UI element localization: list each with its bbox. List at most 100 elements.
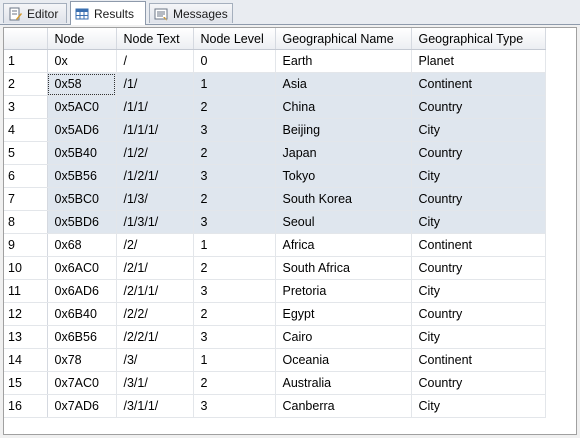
cell-node[interactable]: 0x6B56 bbox=[47, 325, 117, 349]
cell-geographical-name[interactable]: Egypt bbox=[275, 302, 412, 326]
cell-node-level[interactable]: 3 bbox=[193, 325, 276, 349]
cell-geographical-name[interactable]: Africa bbox=[275, 233, 412, 257]
row-number[interactable]: 10 bbox=[4, 256, 48, 280]
cell-node[interactable]: 0x5AC0 bbox=[47, 95, 117, 119]
table-row[interactable]: 10 0x6AC0/2/1/2 South Africa Country bbox=[4, 256, 546, 280]
cell-node-text[interactable]: / bbox=[116, 49, 194, 73]
cell-geographical-type[interactable]: City bbox=[411, 164, 546, 188]
cell-geographical-name[interactable]: Cairo bbox=[275, 325, 412, 349]
cell-node-text[interactable]: /2/ bbox=[116, 233, 194, 257]
cell-geographical-name[interactable]: Tokyo bbox=[275, 164, 412, 188]
cell-geographical-type[interactable]: Continent bbox=[411, 233, 546, 257]
cell-geographical-type[interactable]: Continent bbox=[411, 72, 546, 96]
cell-geographical-name[interactable]: Australia bbox=[275, 371, 412, 395]
cell-node-text[interactable]: /2/1/1/ bbox=[116, 279, 194, 303]
cell-geographical-type[interactable]: City bbox=[411, 325, 546, 349]
cell-geographical-name[interactable]: Pretoria bbox=[275, 279, 412, 303]
cell-node-text[interactable]: /3/1/1/ bbox=[116, 394, 194, 418]
cell-node-level[interactable]: 0 bbox=[193, 49, 276, 73]
cell-node-level[interactable]: 3 bbox=[193, 164, 276, 188]
cell-node[interactable]: 0x5B40 bbox=[47, 141, 117, 165]
row-number[interactable]: 16 bbox=[4, 394, 48, 418]
column-header-node-text[interactable]: Node Text bbox=[116, 28, 194, 50]
row-number[interactable]: 8 bbox=[4, 210, 48, 234]
table-row[interactable]: 15 0x7AC0/3/1/2 Australia Country bbox=[4, 371, 546, 395]
table-row[interactable]: 1 0x/0 Earth Planet bbox=[4, 49, 546, 73]
cell-node-text[interactable]: /3/ bbox=[116, 348, 194, 372]
cell-node[interactable]: 0x5AD6 bbox=[47, 118, 117, 142]
table-row[interactable]: 14 0x78/3/1 Oceania Continent bbox=[4, 348, 546, 372]
cell-geographical-type[interactable]: Country bbox=[411, 187, 546, 211]
cell-node-level[interactable]: 2 bbox=[193, 95, 276, 119]
cell-node-level[interactable]: 3 bbox=[193, 394, 276, 418]
row-number[interactable]: 4 bbox=[4, 118, 48, 142]
row-number[interactable]: 11 bbox=[4, 279, 48, 303]
row-number-header[interactable] bbox=[4, 28, 48, 50]
cell-geographical-name[interactable]: Oceania bbox=[275, 348, 412, 372]
row-number[interactable]: 13 bbox=[4, 325, 48, 349]
cell-node-text[interactable]: /1/3/1/ bbox=[116, 210, 194, 234]
cell-node-text[interactable]: /1/2/1/ bbox=[116, 164, 194, 188]
cell-node-level[interactable]: 3 bbox=[193, 279, 276, 303]
tab-editor[interactable]: Editor bbox=[3, 3, 67, 23]
cell-node-text[interactable]: /1/1/ bbox=[116, 95, 194, 119]
table-row[interactable]: 3 0x5AC0/1/1/2 China Country bbox=[4, 95, 546, 119]
table-row[interactable]: 4 0x5AD6/1/1/1/3 Beijing City bbox=[4, 118, 546, 142]
row-number[interactable]: 5 bbox=[4, 141, 48, 165]
cell-node-level[interactable]: 2 bbox=[193, 256, 276, 280]
row-number[interactable]: 12 bbox=[4, 302, 48, 326]
cell-geographical-name[interactable]: Canberra bbox=[275, 394, 412, 418]
cell-node-level[interactable]: 2 bbox=[193, 302, 276, 326]
cell-node-level[interactable]: 3 bbox=[193, 210, 276, 234]
cell-node[interactable]: 0x6B40 bbox=[47, 302, 117, 326]
cell-node[interactable]: 0x5BD6 bbox=[47, 210, 117, 234]
cell-node[interactable]: 0x78 bbox=[47, 348, 117, 372]
cell-node[interactable]: 0x bbox=[47, 49, 117, 73]
cell-geographical-name[interactable]: Earth bbox=[275, 49, 412, 73]
cell-node[interactable]: 0x7AD6 bbox=[47, 394, 117, 418]
cell-node[interactable]: 0x5B56 bbox=[47, 164, 117, 188]
table-row[interactable]: 9 0x68/2/1 Africa Continent bbox=[4, 233, 546, 257]
cell-geographical-type[interactable]: Country bbox=[411, 95, 546, 119]
row-number[interactable]: 2 bbox=[4, 72, 48, 96]
cell-node-text[interactable]: /3/1/ bbox=[116, 371, 194, 395]
column-header-node-level[interactable]: Node Level bbox=[193, 28, 276, 50]
cell-node-text[interactable]: /2/1/ bbox=[116, 256, 194, 280]
tab-messages[interactable]: Messages bbox=[149, 3, 233, 23]
cell-geographical-type[interactable]: City bbox=[411, 210, 546, 234]
table-row[interactable]: 13 0x6B56/2/2/1/3 Cairo City bbox=[4, 325, 546, 349]
cell-node-text[interactable]: /1/1/1/ bbox=[116, 118, 194, 142]
table-row[interactable]: 6 0x5B56/1/2/1/3 Tokyo City bbox=[4, 164, 546, 188]
cell-geographical-name[interactable]: Japan bbox=[275, 141, 412, 165]
cell-node-level[interactable]: 2 bbox=[193, 141, 276, 165]
cell-node[interactable]: 0x6AC0 bbox=[47, 256, 117, 280]
cell-node[interactable]: 0x7AC0 bbox=[47, 371, 117, 395]
table-row[interactable]: 5 0x5B40/1/2/2 Japan Country bbox=[4, 141, 546, 165]
cell-geographical-name[interactable]: Beijing bbox=[275, 118, 412, 142]
cell-geographical-name[interactable]: China bbox=[275, 95, 412, 119]
cell-geographical-type[interactable]: City bbox=[411, 118, 546, 142]
cell-node[interactable]: 0x6AD6 bbox=[47, 279, 117, 303]
cell-geographical-type[interactable]: Country bbox=[411, 256, 546, 280]
cell-node[interactable]: 0x68 bbox=[47, 233, 117, 257]
row-number[interactable]: 9 bbox=[4, 233, 48, 257]
row-number[interactable]: 7 bbox=[4, 187, 48, 211]
cell-geographical-type[interactable]: Country bbox=[411, 302, 546, 326]
table-row[interactable]: 8 0x5BD6/1/3/1/3 Seoul City bbox=[4, 210, 546, 234]
cell-node-text[interactable]: /2/2/ bbox=[116, 302, 194, 326]
cell-geographical-type[interactable]: Country bbox=[411, 371, 546, 395]
cell-geographical-type[interactable]: Planet bbox=[411, 49, 546, 73]
cell-node[interactable]: 0x58 bbox=[47, 72, 117, 96]
row-number[interactable]: 15 bbox=[4, 371, 48, 395]
cell-geographical-type[interactable]: Continent bbox=[411, 348, 546, 372]
cell-geographical-name[interactable]: Seoul bbox=[275, 210, 412, 234]
cell-geographical-name[interactable]: South Africa bbox=[275, 256, 412, 280]
table-row[interactable]: 2 0x58/1/1 Asia Continent bbox=[4, 72, 546, 96]
table-row[interactable]: 12 0x6B40/2/2/2 Egypt Country bbox=[4, 302, 546, 326]
cell-geographical-name[interactable]: Asia bbox=[275, 72, 412, 96]
table-row[interactable]: 7 0x5BC0/1/3/2 South Korea Country bbox=[4, 187, 546, 211]
cell-geographical-type[interactable]: Country bbox=[411, 141, 546, 165]
cell-node-level[interactable]: 1 bbox=[193, 348, 276, 372]
table-row[interactable]: 16 0x7AD6/3/1/1/3 Canberra City bbox=[4, 394, 546, 418]
cell-node-level[interactable]: 1 bbox=[193, 233, 276, 257]
